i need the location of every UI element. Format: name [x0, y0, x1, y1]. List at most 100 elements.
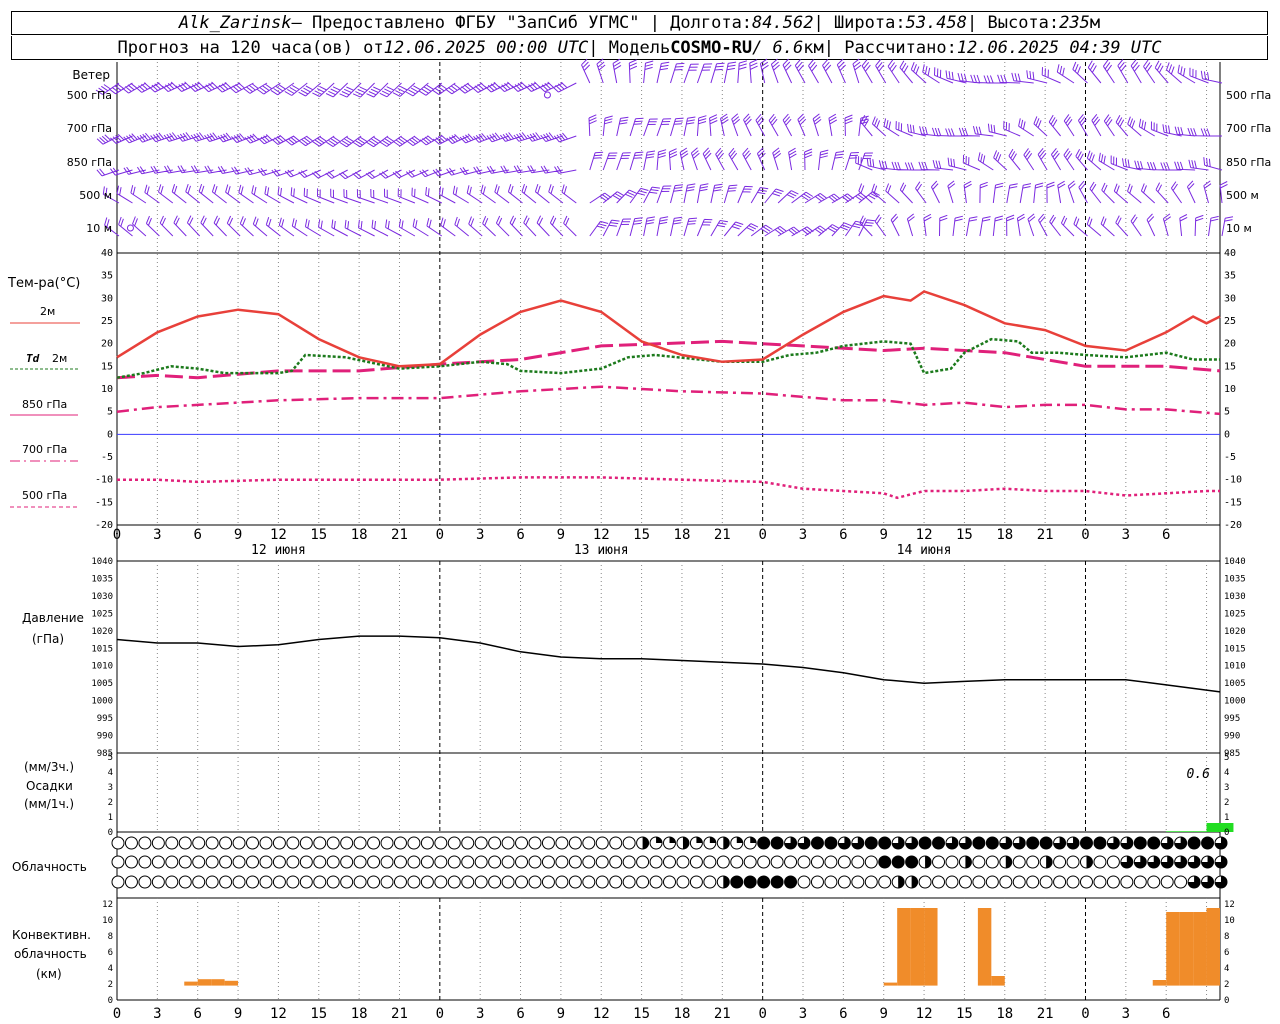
cloud-cell: [420, 836, 434, 850]
cloud-fill: [736, 836, 743, 843]
x-tick-conv-13: 15: [633, 1006, 650, 1022]
legend-t2m-label: 2м: [40, 305, 55, 318]
wind-level-left-3: 500 м: [79, 189, 112, 202]
day-label-1: 13 июня: [574, 543, 629, 558]
cloud-cell: [972, 875, 986, 889]
cloud-cell: [1053, 875, 1067, 889]
conv-bar-11: [1166, 912, 1180, 986]
x-tick-conv-1: 3: [153, 1006, 161, 1022]
cloud-cell: [447, 875, 461, 889]
x-tick-temp-16: 0: [758, 527, 766, 543]
pres-tick-right-6: 1010: [1224, 662, 1246, 672]
cloud-cell: [232, 836, 246, 850]
cloud-cell: [864, 855, 878, 869]
cloud-cell: [246, 855, 260, 869]
calm-marker-0: [126, 224, 134, 232]
cloud-cell: [151, 855, 165, 869]
precip-bar-2: [1193, 831, 1207, 832]
cloud-cell: [703, 855, 717, 869]
x-tick-conv-15: 21: [714, 1006, 731, 1022]
pres-tick-right-0: 1040: [1224, 557, 1246, 567]
wind-level-left-1: 700 гПа: [67, 122, 112, 135]
cloud-cell: [891, 855, 905, 869]
x-tick-conv-9: 3: [476, 1006, 484, 1022]
cloud-cell: [367, 855, 381, 869]
cloud-cell: [165, 855, 179, 869]
precip-value: 0.6: [1187, 767, 1211, 782]
cloud-cell: [568, 875, 582, 889]
pres-tick-left-0: 1040: [91, 557, 113, 567]
cloud-cell: [474, 875, 488, 889]
cloud-cell: [824, 875, 838, 889]
cloud-cell: [192, 855, 206, 869]
cloud-cell: [945, 875, 959, 889]
precip-bar-0: [1166, 831, 1180, 832]
cloud-cell: [407, 836, 421, 850]
cloud-cell: [878, 875, 892, 889]
cloud-cell: [326, 855, 340, 869]
cloud-cell: [555, 875, 569, 889]
cloud-cell: [111, 855, 125, 869]
cloud-cell: [488, 855, 502, 869]
x-tick-conv-11: 9: [557, 1006, 565, 1022]
cloud-cell: [528, 836, 542, 850]
cloud-cell: [380, 875, 394, 889]
pres-tick-left-9: 995: [97, 714, 113, 724]
conv-tick-left-5: 2: [108, 980, 113, 990]
temp-tick-left-5: 15: [101, 361, 113, 372]
t2m-line: [116, 290, 1221, 368]
temp-tick-right-10: -10: [1224, 475, 1242, 486]
x-tick-conv-26: 6: [1162, 1006, 1170, 1022]
cloud-cell: [622, 875, 636, 889]
cloud-cell: [837, 875, 851, 889]
conv-bar-3: [224, 980, 239, 986]
cloud-cell: [609, 855, 623, 869]
cloud-cell: [313, 836, 327, 850]
cloud-cell: [1079, 836, 1093, 850]
x-tick-conv-16: 0: [758, 1006, 766, 1022]
conv-tick-left-4: 4: [108, 964, 113, 974]
cloud-cell: [784, 875, 798, 889]
wind-level-right-0: 500 гПа: [1226, 89, 1271, 102]
cloud-cell: [515, 875, 529, 889]
day-label-0: 12 июня: [251, 543, 306, 558]
precip-tick-right-2: 3: [1224, 783, 1229, 793]
temp-tick-right-6: 10: [1224, 384, 1236, 395]
cloud-cell: [636, 855, 650, 869]
cloud-cell: [111, 875, 125, 889]
cloud-cell: [582, 836, 596, 850]
cloud-cell: [878, 836, 892, 850]
wind-level-right-4: 10 м: [1226, 222, 1252, 235]
cloud-cell: [851, 855, 865, 869]
cloud-cell: [810, 855, 824, 869]
cloud-cell: [1066, 855, 1080, 869]
cloud-cell: [138, 875, 152, 889]
x-tick-temp-2: 6: [193, 527, 201, 543]
x-tick-conv-17: 3: [799, 1006, 807, 1022]
cloud-cell: [434, 875, 448, 889]
x-tick-temp-22: 18: [996, 527, 1013, 543]
cloud-cell: [528, 855, 542, 869]
cloud-cell: [178, 855, 192, 869]
cloud-cell: [757, 875, 771, 889]
pres-tick-right-1: 1035: [1224, 574, 1246, 584]
pres-tick-left-3: 1025: [91, 609, 113, 619]
temp-tick-left-9: -5: [101, 452, 113, 463]
cloud-cell: [353, 836, 367, 850]
cloud-cell: [380, 855, 394, 869]
cloud-cell: [138, 855, 152, 869]
cloud-cell: [1106, 875, 1120, 889]
x-tick-temp-19: 9: [880, 527, 888, 543]
wind-level-right-2: 850 гПа: [1226, 156, 1271, 169]
pres-tick-left-7: 1005: [91, 679, 113, 689]
temp-tick-right-0: 40: [1224, 248, 1236, 259]
precip-tick-left-3: 2: [108, 798, 113, 808]
wind-title: Ветер: [72, 68, 110, 82]
cloud-cell: [1053, 855, 1067, 869]
calm-marker-1: [543, 91, 551, 99]
x-tick-temp-15: 21: [714, 527, 731, 543]
conv-bar-1: [197, 979, 212, 986]
temp-tick-left-6: 10: [101, 384, 113, 395]
cloud-cell: [447, 855, 461, 869]
cloud-cell: [393, 855, 407, 869]
